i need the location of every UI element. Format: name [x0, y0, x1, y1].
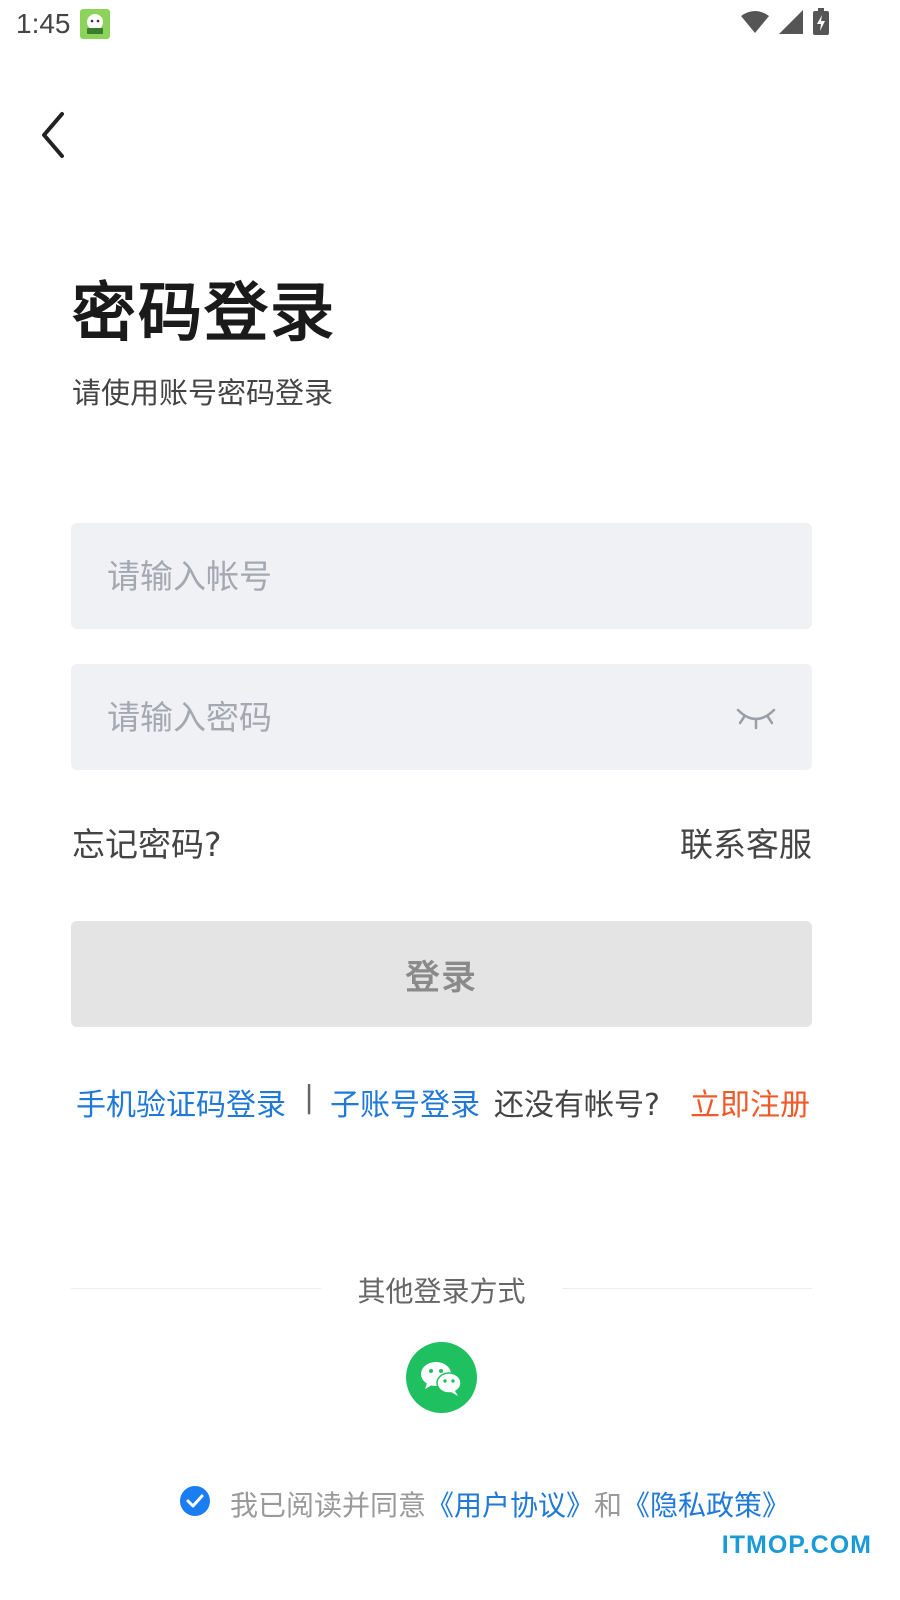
- agreement-checkbox[interactable]: [180, 1486, 210, 1516]
- password-input[interactable]: [107, 664, 727, 770]
- chevron-left-icon: [36, 112, 76, 166]
- other-login-label: 其他登录方式: [357, 1275, 526, 1308]
- alt-login-row: 手机验证码登录 | 子账号登录 还没有帐号? 立即注册: [76, 1080, 816, 1124]
- user-agreement-link[interactable]: 《用户协议》: [426, 1489, 594, 1522]
- agreement-text: 我已阅读并同意《用户协议》和《隐私政策》: [230, 1484, 790, 1524]
- status-bar: 1:45: [0, 0, 900, 50]
- signal-icon: [778, 9, 804, 39]
- back-button[interactable]: [36, 108, 76, 162]
- privacy-policy-link[interactable]: 《隐私政策》: [622, 1489, 790, 1522]
- sub-account-login-link[interactable]: 子账号登录: [330, 1080, 480, 1124]
- login-button[interactable]: 登录: [71, 921, 812, 1027]
- status-icons: [740, 8, 830, 40]
- contact-service-link[interactable]: 联系客服: [680, 818, 812, 866]
- page-title: 密码登录: [72, 277, 336, 351]
- site-watermark: ITMOP.COM: [721, 1531, 872, 1559]
- account-field-box: [71, 523, 812, 629]
- wechat-login-button[interactable]: [406, 1342, 477, 1413]
- divider-line-right: [562, 1288, 812, 1289]
- check-icon: [186, 1494, 204, 1508]
- forgot-password-link[interactable]: 忘记密码?: [72, 818, 222, 866]
- status-time: 1:45: [16, 8, 71, 39]
- page-subtitle: 请使用账号密码登录: [72, 376, 334, 410]
- wifi-icon: [740, 9, 770, 39]
- battery-charging-icon: [812, 8, 830, 40]
- account-input[interactable]: [107, 523, 727, 629]
- link-separator: |: [304, 1080, 315, 1115]
- password-field-box: [71, 664, 812, 770]
- eye-closed-icon[interactable]: [736, 702, 776, 732]
- sms-login-link[interactable]: 手机验证码登录: [76, 1080, 286, 1124]
- agreement-prefix: 我已阅读并同意: [230, 1489, 427, 1522]
- agreement-and: 和: [594, 1489, 623, 1522]
- wechat-icon: [406, 1362, 477, 1417]
- app-notification-icon: [80, 9, 110, 39]
- other-login-divider: 其他登录方式: [71, 1268, 812, 1308]
- no-account-text: 还没有帐号?: [494, 1088, 660, 1123]
- register-link[interactable]: 立即注册: [690, 1080, 810, 1124]
- agreement-row: 我已阅读并同意《用户协议》和《隐私政策》: [180, 1484, 820, 1524]
